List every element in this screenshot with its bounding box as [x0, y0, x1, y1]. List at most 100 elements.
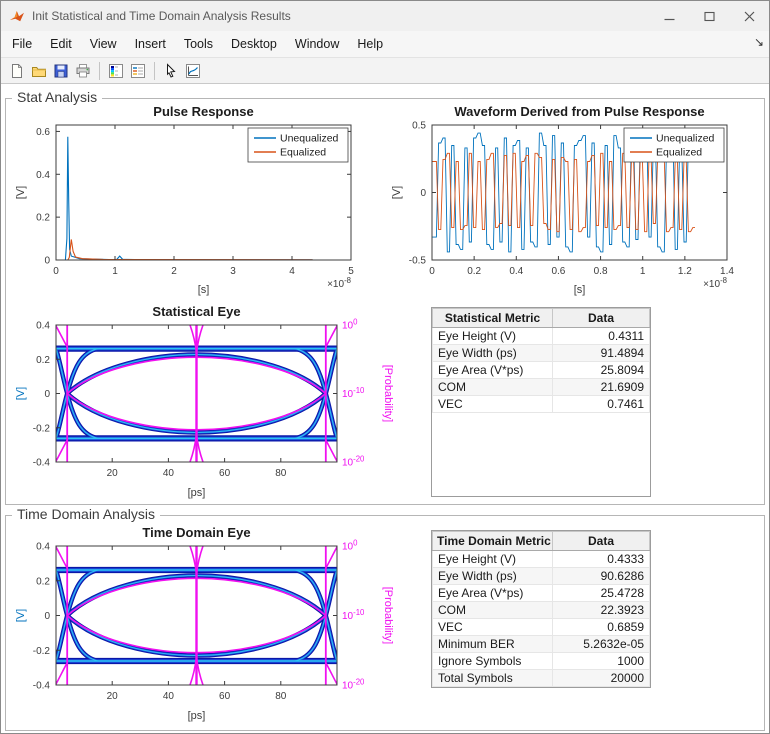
title-bar[interactable]: Init Statistical and Time Domain Analysi… [1, 1, 769, 31]
menu-tools[interactable]: Tools [175, 31, 222, 57]
svg-text:[V]: [V] [391, 186, 403, 199]
table-row[interactable]: Minimum BER5.2632e-05 [433, 636, 650, 653]
svg-text:Time Domain Eye: Time Domain Eye [142, 525, 250, 540]
waveform-chart: 00.20.40.60.811.21.4-0.500.5Waveform Der… [387, 102, 739, 300]
insert-colorbar-button[interactable] [105, 60, 127, 82]
svg-text:0.2: 0.2 [36, 355, 50, 366]
value-cell[interactable]: 22.3923 [553, 602, 650, 619]
toolbar-separator [154, 62, 155, 80]
value-cell[interactable]: 21.6909 [553, 379, 650, 396]
value-cell[interactable]: 0.4333 [553, 551, 650, 568]
menu-help[interactable]: Help [348, 31, 392, 57]
value-cell[interactable]: 0.7461 [553, 396, 650, 413]
svg-text:0.4: 0.4 [509, 266, 523, 277]
metric-cell[interactable]: VEC [433, 396, 553, 413]
table-row[interactable]: Eye Area (V*ps)25.4728 [433, 585, 650, 602]
svg-text:100: 100 [342, 317, 358, 331]
svg-text:1.2: 1.2 [678, 266, 692, 277]
menu-window[interactable]: Window [286, 31, 348, 57]
new-file-button[interactable] [6, 60, 28, 82]
menu-edit[interactable]: Edit [41, 31, 81, 57]
figure-toolbar [1, 58, 769, 84]
metric-cell[interactable]: Eye Width (ps) [433, 345, 553, 362]
value-cell[interactable]: 90.6286 [553, 568, 650, 585]
menu-insert[interactable]: Insert [126, 31, 175, 57]
metric-cell[interactable]: Minimum BER [433, 636, 553, 653]
menu-desktop[interactable]: Desktop [222, 31, 286, 57]
stat-metrics-table[interactable]: Statistical Metric Data Eye Height (V)0.… [431, 307, 651, 497]
table-row[interactable]: VEC0.6859 [433, 619, 650, 636]
edit-plot-button[interactable] [160, 60, 182, 82]
metric-cell[interactable]: Total Symbols [433, 670, 553, 687]
svg-text:4: 4 [289, 266, 295, 277]
new-file-icon [9, 63, 25, 79]
close-button[interactable] [729, 1, 769, 31]
svg-text:-0.2: -0.2 [33, 423, 51, 434]
metric-cell[interactable]: COM [433, 379, 553, 396]
table-row[interactable]: Eye Width (ps)90.6286 [433, 568, 650, 585]
plot-browser-button[interactable] [182, 60, 204, 82]
table-row[interactable]: Eye Width (ps)91.4894 [433, 345, 650, 362]
metric-cell[interactable]: COM [433, 602, 553, 619]
metric-cell[interactable]: Eye Area (V*ps) [433, 362, 553, 379]
svg-text:Equalized: Equalized [656, 147, 702, 159]
menu-view[interactable]: View [81, 31, 126, 57]
value-cell[interactable]: 0.6859 [553, 619, 650, 636]
window-title: Init Statistical and Time Domain Analysi… [32, 9, 649, 23]
metric-cell[interactable]: Ignore Symbols [433, 653, 553, 670]
svg-text:-0.5: -0.5 [409, 256, 427, 267]
svg-text:-0.2: -0.2 [33, 646, 51, 657]
dock-figure-arrow-icon[interactable]: ↘ [754, 35, 764, 49]
save-icon [53, 63, 69, 79]
menu-file[interactable]: File [3, 31, 41, 57]
minimize-button[interactable] [649, 1, 689, 31]
value-cell[interactable]: 20000 [553, 670, 650, 687]
svg-text:Statistical Eye: Statistical Eye [152, 304, 240, 319]
insert-legend-icon [130, 63, 146, 79]
table-row[interactable]: Eye Height (V)0.4311 [433, 328, 650, 345]
metric-cell[interactable]: Eye Width (ps) [433, 568, 553, 585]
insert-legend-button[interactable] [127, 60, 149, 82]
svg-text:60: 60 [219, 468, 231, 479]
save-button[interactable] [50, 60, 72, 82]
table-row[interactable]: Ignore Symbols1000 [433, 653, 650, 670]
print-button[interactable] [72, 60, 94, 82]
svg-text:Unequalized: Unequalized [656, 133, 715, 145]
svg-text:[V]: [V] [15, 186, 27, 199]
metric-cell[interactable]: Eye Area (V*ps) [433, 585, 553, 602]
value-cell[interactable]: 1000 [553, 653, 650, 670]
table-row[interactable]: Eye Area (V*ps)25.8094 [433, 362, 650, 379]
svg-text:0.8: 0.8 [594, 266, 608, 277]
table-row[interactable]: Eye Height (V)0.4333 [433, 551, 650, 568]
svg-text:[V]: [V] [15, 609, 27, 622]
value-cell[interactable]: 25.4728 [553, 585, 650, 602]
table-row[interactable]: VEC0.7461 [433, 396, 650, 413]
metric-cell[interactable]: VEC [433, 619, 553, 636]
table-row[interactable]: COM21.6909 [433, 379, 650, 396]
value-cell[interactable]: 25.8094 [553, 362, 650, 379]
svg-text:20: 20 [107, 691, 119, 702]
time-metrics-table[interactable]: Time Domain Metric Data Eye Height (V)0.… [431, 530, 651, 688]
svg-text:0.4: 0.4 [36, 321, 50, 332]
svg-text:0: 0 [44, 389, 50, 400]
maximize-button[interactable] [689, 1, 729, 31]
open-folder-button[interactable] [28, 60, 50, 82]
metric-cell[interactable]: Eye Height (V) [433, 328, 553, 345]
svg-text:[s]: [s] [198, 284, 210, 296]
table-row[interactable]: Total Symbols20000 [433, 670, 650, 687]
svg-text:[ps]: [ps] [188, 487, 206, 499]
plot-browser-icon [185, 63, 201, 79]
value-cell[interactable]: 0.4311 [553, 328, 650, 345]
stat-table-header-data: Data [553, 309, 650, 328]
table-row[interactable]: COM22.3923 [433, 602, 650, 619]
svg-text:Equalized: Equalized [280, 147, 326, 159]
print-icon [75, 63, 91, 79]
svg-text:40: 40 [163, 691, 175, 702]
svg-text:0: 0 [53, 266, 59, 277]
value-cell[interactable]: 5.2632e-05 [553, 636, 650, 653]
svg-text:0.4: 0.4 [36, 542, 50, 553]
value-cell[interactable]: 91.4894 [553, 345, 650, 362]
stat-table-header-metric: Statistical Metric [433, 309, 553, 328]
metric-cell[interactable]: Eye Height (V) [433, 551, 553, 568]
svg-text:3: 3 [230, 266, 236, 277]
